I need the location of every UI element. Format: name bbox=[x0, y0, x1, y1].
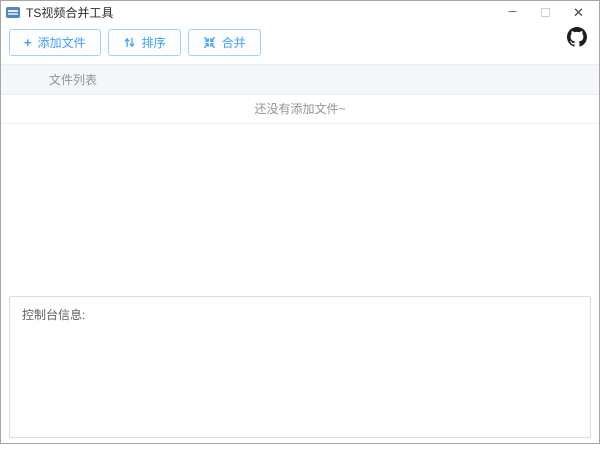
console-panel: 控制台信息: bbox=[9, 296, 591, 438]
sort-button[interactable]: 排序 bbox=[107, 29, 181, 56]
title-bar: TS视频合并工具 ─ ✕ bbox=[1, 1, 599, 24]
app-window: TS视频合并工具 ─ ✕ + 添加文件 排序 合并 文件列表 还没有添加文件~ … bbox=[0, 0, 600, 444]
merge-label: 合并 bbox=[221, 36, 246, 50]
add-file-label: 添加文件 bbox=[37, 36, 86, 50]
toolbar: + 添加文件 排序 合并 bbox=[1, 24, 599, 62]
window-title: TS视频合并工具 bbox=[26, 6, 114, 20]
window-controls: ─ ✕ bbox=[496, 1, 595, 24]
file-list-table: 文件列表 还没有添加文件~ bbox=[1, 64, 599, 124]
file-list-empty-state: 还没有添加文件~ bbox=[1, 95, 599, 124]
close-button[interactable]: ✕ bbox=[562, 1, 595, 24]
console-label: 控制台信息: bbox=[22, 308, 86, 322]
file-list-header: 文件列表 bbox=[1, 64, 599, 95]
app-icon bbox=[6, 7, 20, 18]
plus-icon: + bbox=[24, 35, 32, 50]
minimize-button[interactable]: ─ bbox=[496, 1, 529, 24]
maximize-icon bbox=[541, 8, 550, 17]
github-icon[interactable] bbox=[567, 27, 587, 47]
sort-icon bbox=[123, 36, 136, 49]
add-file-button[interactable]: + 添加文件 bbox=[9, 29, 101, 56]
merge-button[interactable]: 合并 bbox=[187, 29, 261, 56]
maximize-button bbox=[529, 1, 562, 24]
merge-compress-icon bbox=[203, 36, 216, 49]
sort-label: 排序 bbox=[141, 36, 166, 50]
